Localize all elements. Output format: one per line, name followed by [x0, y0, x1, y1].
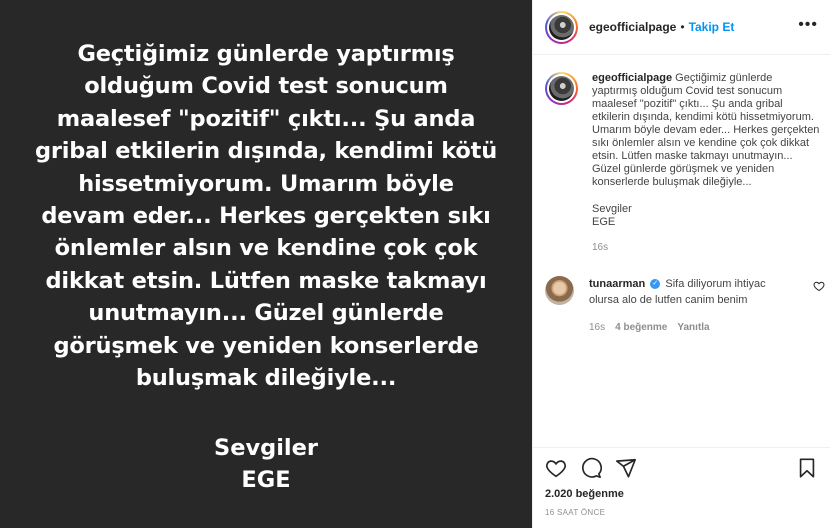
media-line: devam eder... Herkes gerçekten sıkı [41, 203, 491, 230]
comment-username[interactable]: tunaarman [589, 278, 645, 290]
profile-photo [549, 14, 574, 40]
profile-photo [549, 76, 574, 101]
post-actions: 2.020 beğenme 16 SAAT ÖNCE [533, 447, 830, 525]
bookmark-icon[interactable] [796, 457, 818, 479]
post-timestamp: 16 SAAT ÖNCE [545, 508, 606, 517]
share-icon[interactable] [615, 457, 637, 479]
comment-likes[interactable]: 4 beğenme [615, 320, 667, 336]
media-line: önlemler alsın ve kendine çok çok [54, 235, 478, 262]
caption-signature: Sevgiler EGE [592, 203, 820, 229]
media-line: unutmayın... Güzel günlerde [88, 300, 444, 327]
media-line: olduğum Covid test sonucum [84, 73, 448, 100]
comments-list[interactable]: egeofficialpage Geçtiğimiz günlerde yapt… [545, 72, 825, 447]
caption-time[interactable]: 16s [592, 241, 820, 254]
comment-item: tunaarman ✓ Sifa diliyorum ihtiyac olurs… [545, 276, 825, 336]
caption-sign-line: EGE [592, 216, 616, 228]
comment-like-heart-icon[interactable] [813, 280, 825, 292]
separator-dot: • [680, 20, 685, 34]
heart-icon[interactable] [545, 457, 567, 479]
more-horizontal-icon[interactable]: ••• [798, 17, 818, 33]
sign-line: Sevgiler [213, 435, 319, 462]
header-username[interactable]: egeofficialpage [589, 20, 676, 34]
follow-button[interactable]: Takip Et [689, 20, 735, 34]
avatar[interactable] [545, 10, 578, 44]
comment-time[interactable]: 16s [589, 320, 605, 336]
media-line: buluşmak dileğiyle... [135, 365, 397, 392]
media-line: görüşmek ve yeniden konserlerde [53, 332, 479, 359]
caption-sign-line: Sevgiler [592, 203, 632, 215]
media-line: hissetmiyorum. Umarım böyle [78, 170, 454, 197]
post-side-panel: egeofficialpage • Takip Et ••• egeoffici… [532, 0, 830, 528]
caption-username[interactable]: egeofficialpage [592, 72, 672, 84]
post-image-signature: Sevgiler EGE [214, 432, 318, 496]
media-line: maalesef "pozitif" çıktı... Şu anda [56, 105, 476, 132]
comment-icon[interactable] [580, 457, 602, 479]
likes-count[interactable]: 2.020 beğenme [545, 488, 818, 500]
media-line: gribal etkilerin dışında, kendimi kötü [34, 138, 498, 165]
reply-button[interactable]: Yanıtla [677, 320, 709, 336]
caption: egeofficialpage Geçtiğimiz günlerde yapt… [545, 72, 825, 254]
media-line: dikkat etsin. Lütfen maske takmayı [45, 267, 487, 294]
post-image-text: Geçtiğimiz günlerde yaptırmış olduğum Co… [31, 38, 501, 394]
post-media[interactable]: Geçtiğimiz günlerde yaptırmış olduğum Co… [0, 0, 532, 528]
caption-text: Geçtiğimiz günlerde yaptırmış olduğum Co… [592, 72, 820, 188]
commenter-avatar[interactable] [545, 276, 574, 305]
avatar[interactable] [545, 72, 578, 105]
verified-badge-icon: ✓ [650, 279, 661, 290]
sign-line: EGE [241, 467, 291, 494]
media-line: Geçtiğimiz günlerde yaptırmış [77, 41, 455, 67]
post-header: egeofficialpage • Takip Et ••• [533, 0, 830, 55]
